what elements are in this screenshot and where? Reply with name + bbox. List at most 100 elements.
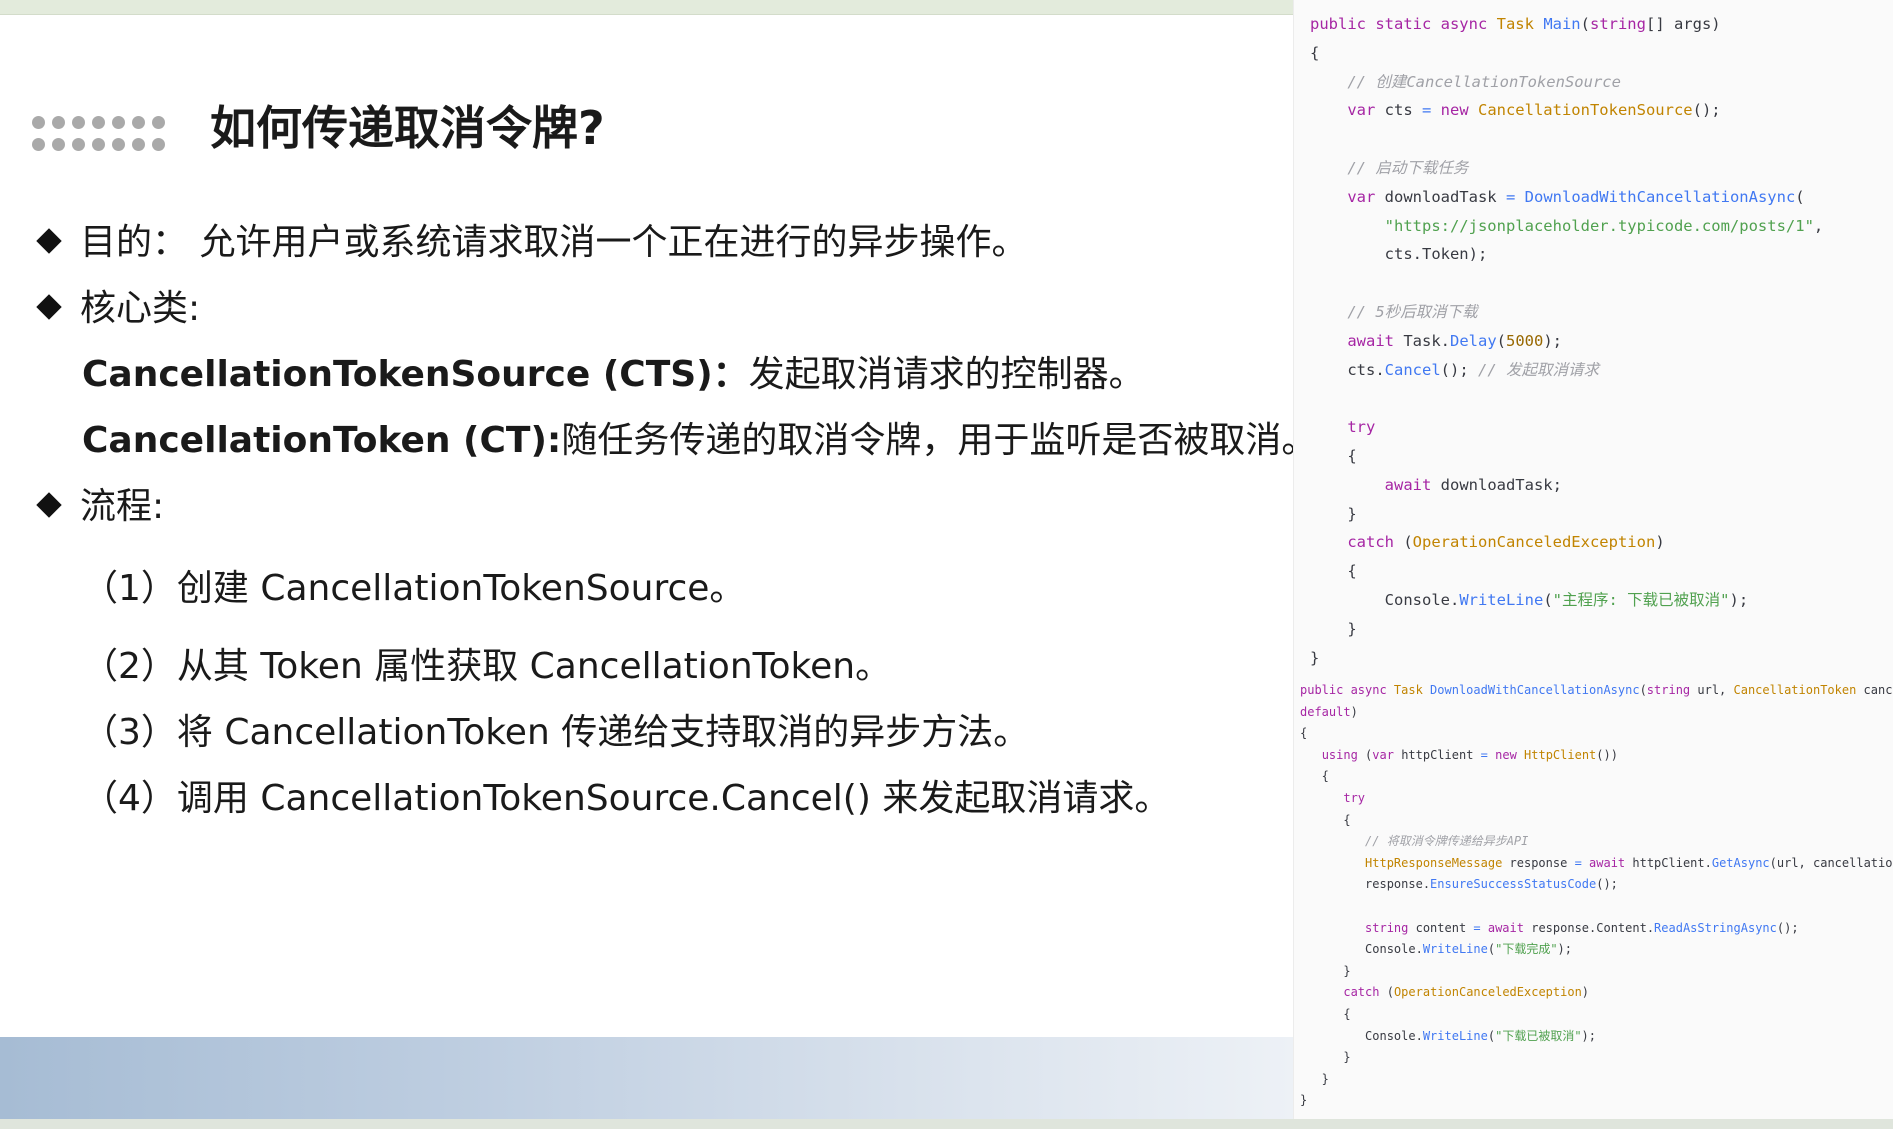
code-token: // 启动下载任务 xyxy=(1310,159,1469,177)
code-token: cts.Token); xyxy=(1310,245,1488,264)
code-token: await xyxy=(1384,475,1441,494)
code-line: default) xyxy=(1300,704,1358,720)
code-line: cts.Cancel(); // 发起取消请求 xyxy=(1310,360,1599,380)
code-token: OperationCanceledException xyxy=(1393,985,1582,1000)
flow-step-2: （2）从其 Token 属性获取 CancellationToken。 xyxy=(82,646,892,687)
code-token: Delay xyxy=(1450,331,1497,350)
code-line: } xyxy=(1310,619,1357,639)
code-token: cts xyxy=(1384,101,1422,120)
code-token: httpClient. xyxy=(1632,855,1712,870)
code-token: , xyxy=(1813,216,1824,235)
flow-step-4: （4）调用 CancellationTokenSource.Cancel() 来… xyxy=(82,778,1171,819)
code-line: } xyxy=(1300,1092,1307,1108)
code-token: = xyxy=(1480,747,1496,762)
code-line: try xyxy=(1310,417,1375,437)
code-token: } xyxy=(1300,1050,1351,1065)
code-token: } xyxy=(1310,504,1357,523)
code-line: { xyxy=(1300,812,1350,828)
code-token: cancellationToken = xyxy=(1863,683,1893,697)
code-token: OperationCanceledException xyxy=(1412,533,1656,552)
code-token: ); xyxy=(1729,591,1749,609)
code-token: Main xyxy=(1543,15,1581,33)
code-line: } xyxy=(1310,648,1319,668)
code-token: new xyxy=(1440,101,1478,120)
code-token: ( xyxy=(1487,942,1496,957)
code-line: // 将取消令牌传递给异步API xyxy=(1300,833,1528,849)
code-line: } xyxy=(1310,504,1357,524)
code-token: response. xyxy=(1300,877,1431,892)
code-token: "https://jsonplaceholder.typicode.com/po… xyxy=(1384,216,1814,235)
code-token: using xyxy=(1321,747,1366,762)
bottom-strip xyxy=(0,1119,1893,1129)
bottom-decor-band xyxy=(0,1037,1293,1119)
code-line: await Task.Delay(5000); xyxy=(1310,331,1562,351)
slide: 如何传递取消令牌? 目的： 允许用户或系统请求取消一个正在进行的异步操作。 核心… xyxy=(0,0,1893,1129)
code-token: await xyxy=(1487,920,1532,935)
code-token: ReadAsStringAsync xyxy=(1654,920,1777,935)
code-token: await xyxy=(1347,331,1404,350)
code-token: ) xyxy=(1655,533,1665,552)
code-token: { xyxy=(1300,769,1329,784)
code-token: } xyxy=(1300,1071,1329,1086)
code-token: (); xyxy=(1776,920,1799,935)
code-token: ( xyxy=(1795,187,1805,206)
code-token: // 发起取消请求 xyxy=(1477,360,1599,379)
code-token: WriteLine xyxy=(1422,1028,1488,1043)
code-line: // 创建CancellationTokenSource xyxy=(1310,72,1621,92)
code-line: } xyxy=(1300,963,1350,979)
ct-desc: 随任务传递的取消令牌，用于监听是否被取消。 xyxy=(561,420,1318,461)
code-token: url, xyxy=(1697,683,1734,697)
code-token: ( xyxy=(1580,15,1590,33)
code-token: ( xyxy=(1403,533,1413,552)
code-token: public static async xyxy=(1310,15,1497,33)
code-token: } xyxy=(1310,619,1357,638)
code-token: GetAsync xyxy=(1711,855,1770,870)
code-line: response.EnsureSuccessStatusCode(); xyxy=(1300,876,1618,892)
code-token: } xyxy=(1300,1093,1308,1108)
code-token: [] args) xyxy=(1645,15,1721,33)
code-token: { xyxy=(1300,1007,1351,1021)
code-token: { xyxy=(1310,43,1320,62)
code-token: response.Content. xyxy=(1531,920,1655,935)
code-token: { xyxy=(1310,562,1357,581)
code-token: catch xyxy=(1347,533,1404,552)
code-token: public async xyxy=(1300,683,1394,697)
cts-desc: 发起取消请求的控制器。 xyxy=(748,354,1145,395)
code-line: public static async Task Main(string[] a… xyxy=(1310,14,1721,34)
code-token: ( xyxy=(1543,591,1553,609)
code-line: { xyxy=(1310,561,1357,581)
code-line: // 启动下载任务 xyxy=(1310,158,1468,178)
code-token: (); xyxy=(1692,101,1721,120)
code-line: { xyxy=(1300,1006,1351,1022)
code-token: string xyxy=(1589,15,1646,33)
code-line: using (var httpClient = new HttpClient()… xyxy=(1300,747,1618,763)
code-token: Console. xyxy=(1300,942,1423,957)
code-token: "下载完成" xyxy=(1495,942,1558,957)
code-token: // 创建CancellationTokenSource xyxy=(1310,72,1621,91)
cts-term: CancellationTokenSource (CTS)： xyxy=(82,354,749,395)
code-line: public async Task DownloadWithCancellati… xyxy=(1300,682,1893,698)
title-dots-icon xyxy=(32,116,165,152)
code-token: httpClient xyxy=(1401,747,1481,762)
code-line: string content = await response.Content.… xyxy=(1300,920,1799,936)
code-token: DownloadWithCancellationAsync xyxy=(1524,187,1796,206)
flow-step-1: （1）创建 CancellationTokenSource。 xyxy=(82,568,746,609)
code-token: try xyxy=(1347,418,1376,437)
bullet-purpose: 目的： 允许用户或系统请求取消一个正在进行的异步操作。 xyxy=(34,218,1027,268)
code-token: string xyxy=(1646,683,1698,697)
bullet-purpose-text: 目的： 允许用户或系统请求取消一个正在进行的异步操作。 xyxy=(80,222,1028,263)
code-line: { xyxy=(1300,725,1307,741)
code-token: { xyxy=(1300,726,1308,741)
cts-definition: CancellationTokenSource (CTS)：发起取消请求的控制器… xyxy=(82,350,1145,400)
code-token: // 5秒后取消下载 xyxy=(1310,303,1478,321)
bullet-core-classes: 核心类: xyxy=(34,284,200,334)
code-token: 5000 xyxy=(1506,331,1544,350)
